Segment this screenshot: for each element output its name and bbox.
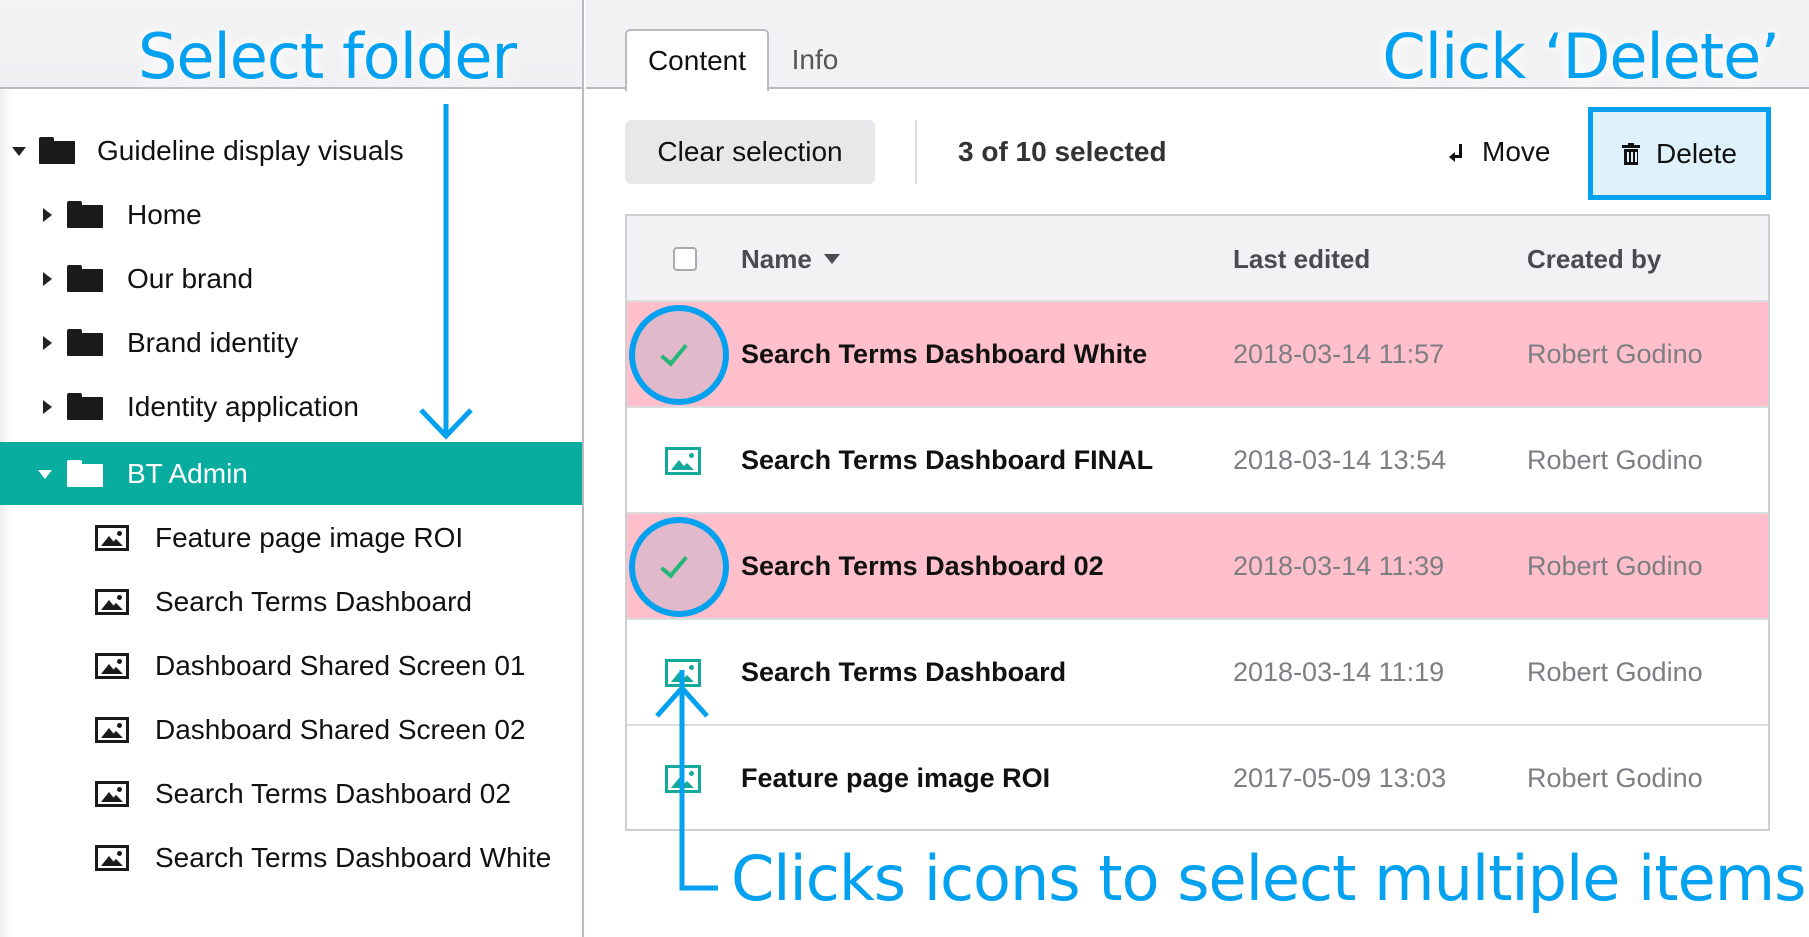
image-icon[interactable] [665, 447, 701, 475]
column-header-last-edited[interactable]: Last edited [1233, 216, 1370, 302]
cell-name: Search Terms Dashboard FINAL [741, 444, 1154, 475]
image-icon [95, 588, 129, 615]
tree-item-image[interactable]: Search Terms Dashboard 02 [0, 762, 582, 825]
folder-icon [67, 393, 103, 420]
clear-selection-button[interactable]: Clear selection [625, 120, 875, 184]
tree-item-our-brand[interactable]: Our brand [0, 247, 582, 310]
image-icon [95, 780, 129, 807]
cell-name: Search Terms Dashboard 02 [741, 550, 1104, 581]
select-all-checkbox[interactable] [673, 247, 697, 271]
tree-item-image[interactable]: Search Terms Dashboard White [0, 826, 582, 889]
tree-item-label: Search Terms Dashboard White [155, 841, 552, 873]
cell-name: Search Terms Dashboard White [741, 338, 1148, 369]
checkmark-icon [660, 337, 688, 367]
tree-item-label: Identity application [127, 390, 359, 422]
table-row[interactable]: Search Terms Dashboard 2018-03-14 11:19 … [627, 620, 1768, 726]
tree-item-brand-identity[interactable]: Brand identity [0, 311, 582, 374]
annotation-click-icons: Clicks icons to select multiple items [731, 842, 1806, 915]
tree-item-label: Dashboard Shared Screen 02 [155, 713, 526, 745]
tree-item-label: Our brand [127, 262, 254, 294]
tab-info[interactable]: Info [772, 29, 858, 91]
image-icon[interactable] [665, 659, 701, 687]
trash-icon [1622, 142, 1641, 165]
tree-item-label: Dashboard Shared Screen 01 [155, 649, 526, 681]
tree-item-guideline-display-visuals[interactable]: Guideline display visuals [0, 119, 582, 182]
tree-item-label: Search Terms Dashboard 02 [155, 777, 511, 809]
column-header-name[interactable]: Name [741, 216, 840, 302]
tree-item-label: Search Terms Dashboard [155, 585, 472, 617]
folder-icon [67, 329, 103, 356]
cell-last-edited: 2018-03-14 11:57 [1233, 338, 1445, 369]
tree-item-image[interactable]: Feature page image ROI [0, 506, 582, 569]
selected-check-toggle[interactable] [629, 517, 729, 617]
cell-name: Feature page image ROI [741, 762, 1051, 793]
image-icon [95, 716, 129, 743]
caret-right-icon[interactable] [40, 207, 54, 222]
cell-last-edited: 2018-03-14 13:54 [1233, 444, 1447, 475]
caret-down-icon[interactable] [12, 144, 26, 158]
image-icon [95, 844, 129, 871]
tree-item-image[interactable]: Dashboard Shared Screen 01 [0, 634, 582, 697]
cell-last-edited: 2018-03-14 11:19 [1233, 656, 1445, 687]
cell-created-by: Robert Godino [1527, 338, 1703, 369]
content-table: Name Last edited Created by Search Terms… [625, 214, 1770, 831]
move-arrow-icon [1448, 142, 1464, 162]
selected-check-toggle[interactable] [629, 305, 729, 405]
sort-desc-icon [823, 254, 840, 264]
tree-item-label: BT Admin [127, 457, 248, 489]
move-button[interactable]: Move [1448, 120, 1550, 184]
column-header-created-by[interactable]: Created by [1527, 216, 1661, 302]
tree-item-bt-admin[interactable]: BT Admin [0, 442, 582, 505]
table-row[interactable]: Search Terms Dashboard 02 2018-03-14 11:… [627, 514, 1768, 620]
tree-item-label: Brand identity [127, 326, 299, 358]
move-label: Move [1482, 136, 1551, 167]
caret-down-icon[interactable] [38, 467, 52, 481]
folder-icon [67, 201, 103, 228]
cell-last-edited: 2018-03-14 11:39 [1233, 550, 1445, 581]
cell-created-by: Robert Godino [1527, 550, 1703, 581]
caret-right-icon[interactable] [40, 399, 54, 414]
annotation-select-folder: Select folder [138, 20, 517, 93]
table-row[interactable]: Feature page image ROI 2017-05-09 13:03 … [627, 726, 1768, 832]
caret-right-icon[interactable] [40, 271, 54, 286]
tab-content[interactable]: Content [625, 29, 769, 91]
cell-created-by: Robert Godino [1527, 762, 1703, 793]
delete-label: Delete [1656, 137, 1737, 169]
folder-icon [67, 460, 103, 487]
tree-item-image[interactable]: Search Terms Dashboard [0, 570, 582, 633]
tree-item-label: Feature page image ROI [155, 521, 464, 553]
cell-created-by: Robert Godino [1527, 444, 1703, 475]
table-row[interactable]: Search Terms Dashboard FINAL 2018-03-14 … [627, 408, 1768, 514]
caret-right-icon[interactable] [40, 335, 54, 350]
toolbar-divider [915, 120, 917, 184]
folder-icon [39, 137, 75, 164]
cell-created-by: Robert Godino [1527, 656, 1703, 687]
tree-item-label: Home [127, 198, 202, 230]
tree-item-image[interactable]: Dashboard Shared Screen 02 [0, 698, 582, 761]
table-row[interactable]: Search Terms Dashboard White 2018-03-14 … [627, 302, 1768, 408]
image-icon[interactable] [665, 765, 701, 793]
tree-item-identity-application[interactable]: Identity application [0, 375, 582, 438]
cell-last-edited: 2017-05-09 13:03 [1233, 762, 1447, 793]
annotation-click-delete: Click ‘Delete’ [1382, 20, 1780, 93]
folder-icon [67, 265, 103, 292]
delete-button[interactable]: Delete [1588, 107, 1771, 200]
table-header: Name Last edited Created by [627, 216, 1768, 302]
checkmark-icon [660, 549, 688, 579]
column-label: Name [741, 243, 812, 274]
tree-item-label: Guideline display visuals [97, 134, 404, 166]
selection-count: 3 of 10 selected [958, 136, 1167, 167]
image-icon [95, 652, 129, 679]
image-icon [95, 524, 129, 551]
cell-name: Search Terms Dashboard [741, 656, 1067, 687]
tree-item-home[interactable]: Home [0, 183, 582, 246]
